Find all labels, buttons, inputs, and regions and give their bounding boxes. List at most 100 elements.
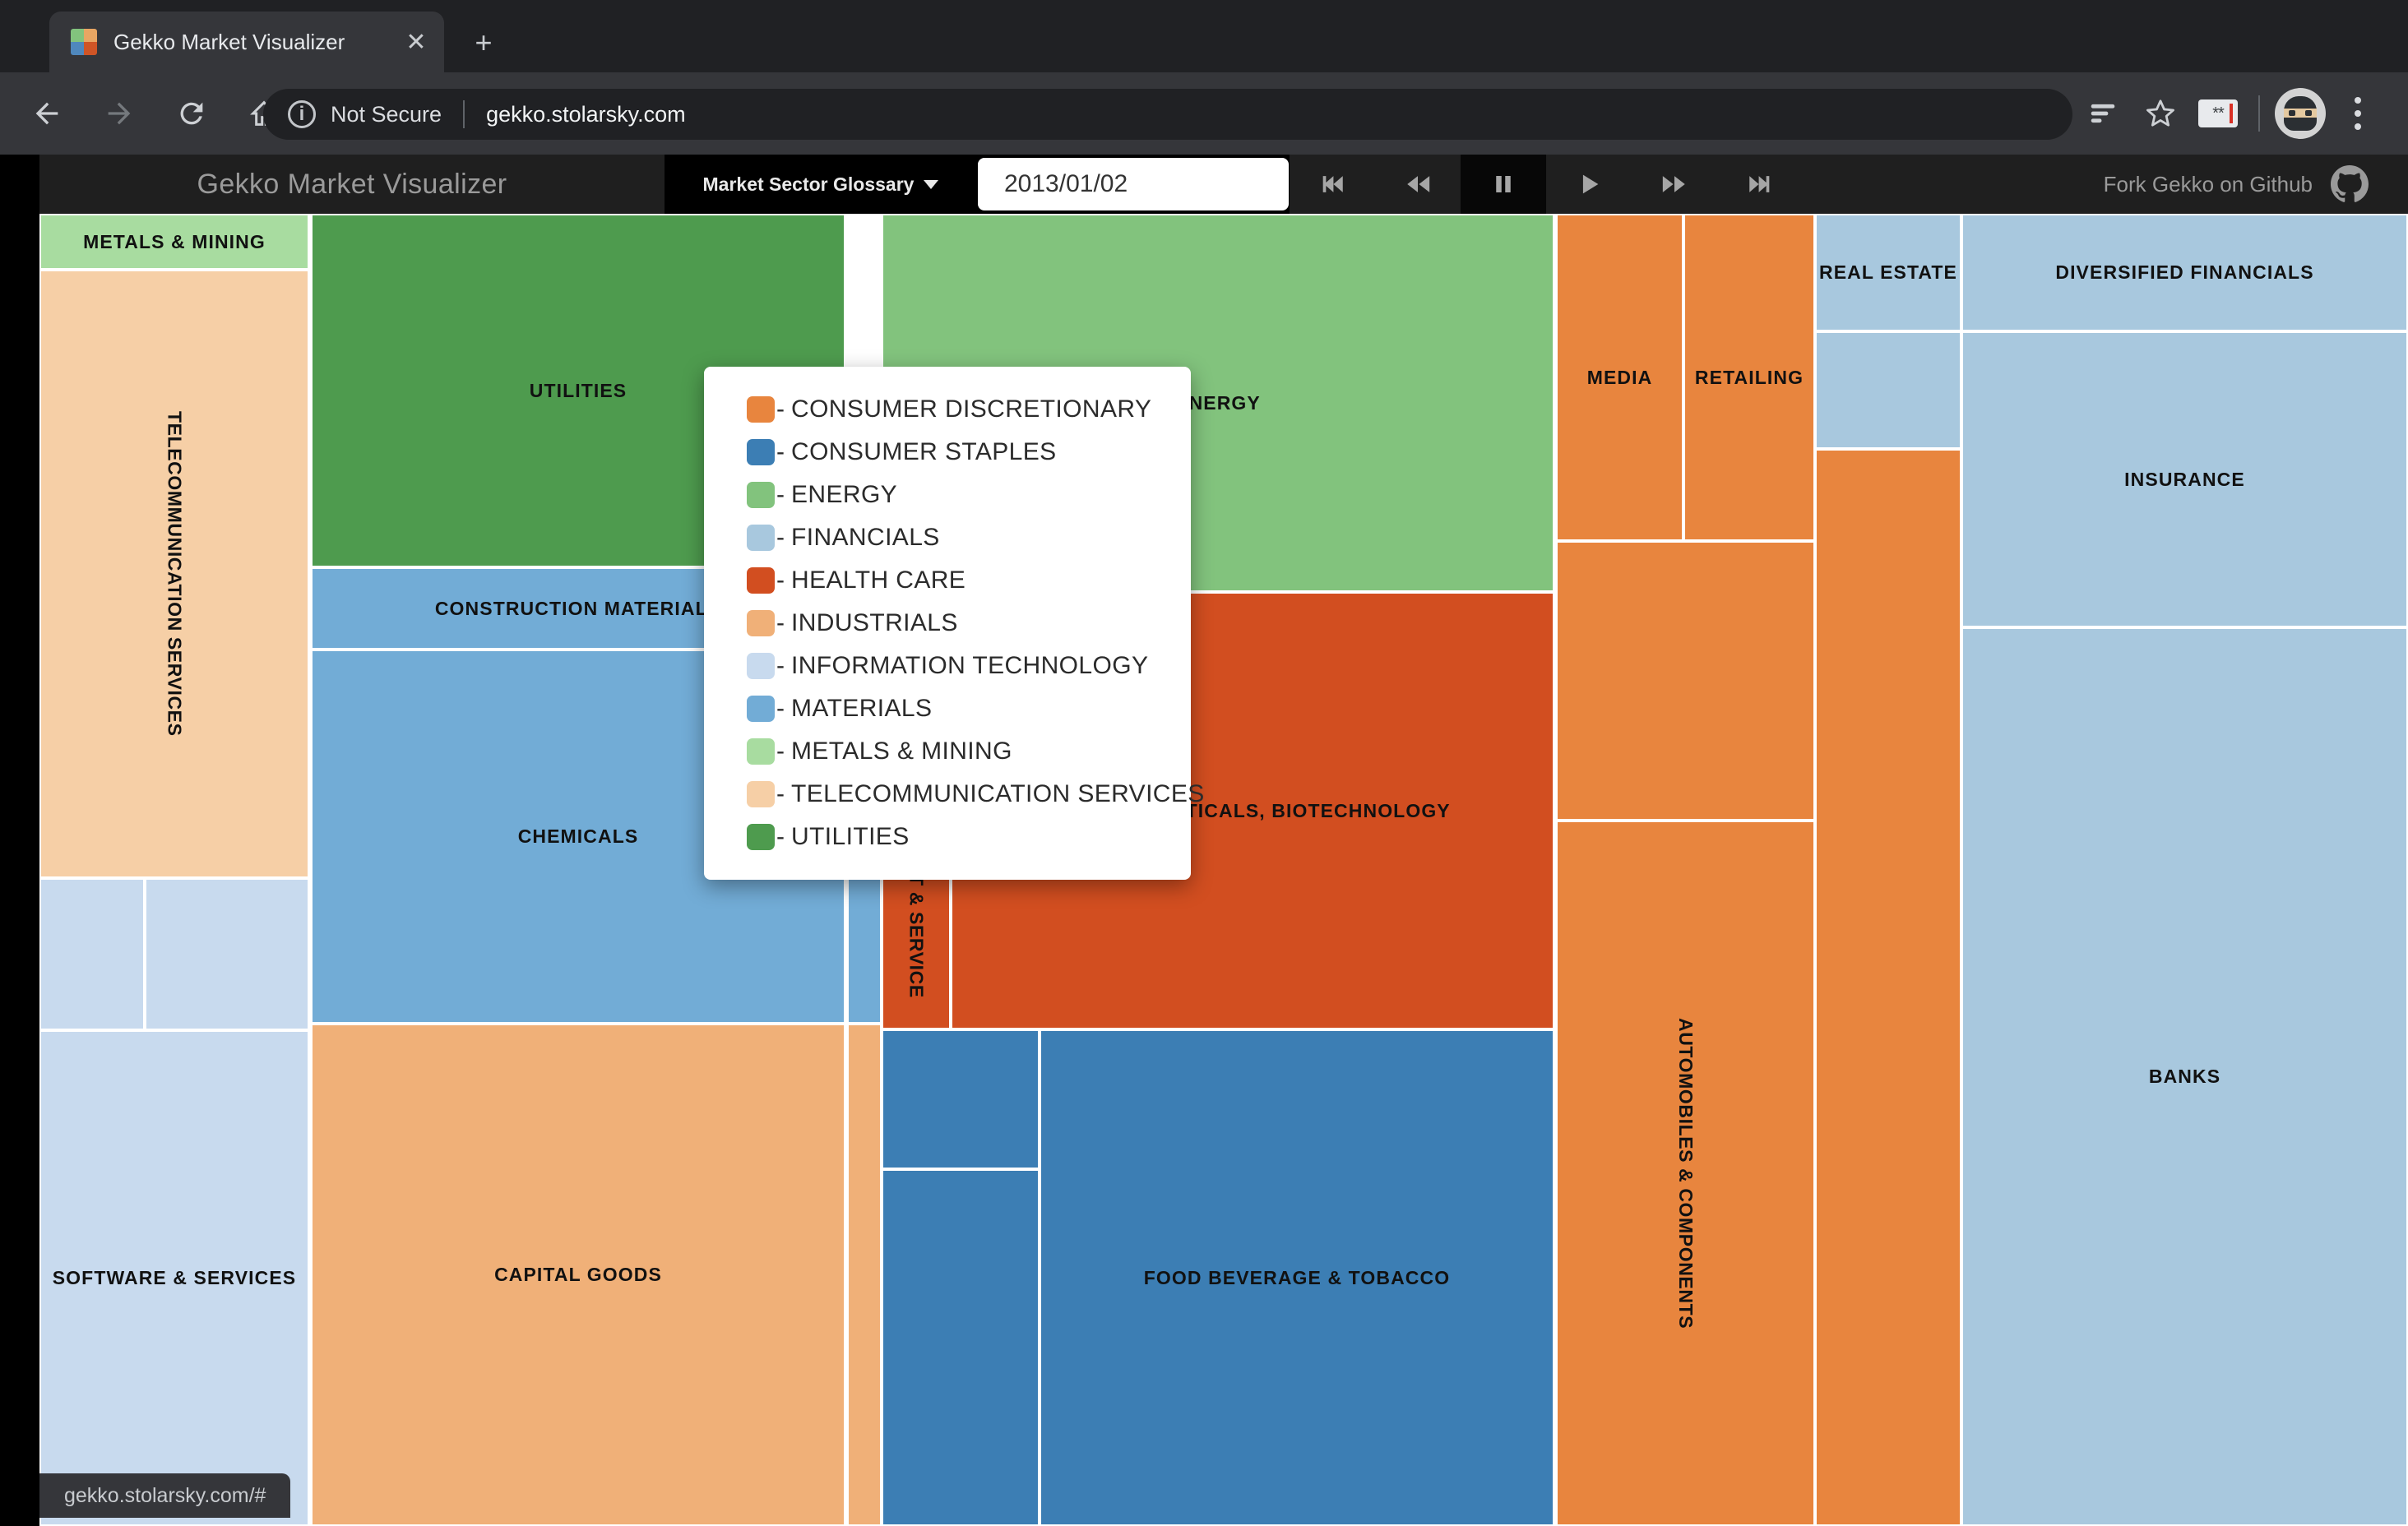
legend-color-swatch bbox=[747, 824, 775, 850]
market-sector-glossary-button[interactable]: Market Sector Glossary bbox=[665, 155, 977, 214]
security-status-label: Not Secure bbox=[331, 101, 442, 127]
legend-item-label: INDUSTRIALS bbox=[791, 609, 958, 636]
legend-item[interactable]: - CONSUMER DISCRETIONARY bbox=[704, 388, 1191, 431]
playback-controls bbox=[1290, 155, 1803, 214]
legend-color-swatch bbox=[747, 567, 775, 594]
site-info-icon[interactable]: i bbox=[288, 100, 316, 128]
treemap-tile[interactable]: RETAILING bbox=[1683, 214, 1815, 541]
new-tab-button[interactable]: + bbox=[461, 20, 507, 66]
date-input[interactable] bbox=[978, 158, 1289, 210]
legend-item[interactable]: - TELECOMMUNICATION SERVICES bbox=[704, 773, 1204, 816]
treemap-tile[interactable] bbox=[1556, 541, 1815, 821]
legend-item-label: INFORMATION TECHNOLOGY bbox=[791, 652, 1149, 679]
step-back-button[interactable] bbox=[1375, 155, 1461, 214]
treemap-tile-label: REAL ESTATE bbox=[1818, 261, 1957, 283]
legend-item[interactable]: - METALS & MINING bbox=[704, 730, 1191, 773]
skip-to-end-button[interactable] bbox=[1717, 155, 1803, 214]
close-icon[interactable]: ✕ bbox=[396, 22, 436, 62]
reload-icon[interactable] bbox=[166, 88, 217, 139]
fork-on-github-link[interactable]: Fork Gekko on Github bbox=[2104, 155, 2369, 214]
link-status-bubble: gekko.stolarsky.com/# bbox=[39, 1473, 291, 1518]
legend-item-label: CONSUMER DISCRETIONARY bbox=[791, 395, 1152, 423]
treemap-tile[interactable]: BANKS bbox=[1961, 627, 2408, 1526]
legend-color-swatch bbox=[747, 738, 775, 765]
treemap-tile[interactable] bbox=[145, 878, 309, 1030]
legend-dash: - bbox=[776, 609, 785, 636]
star-icon[interactable] bbox=[2132, 85, 2189, 142]
treemap-tile-label: INSURANCE bbox=[2124, 468, 2245, 490]
treemap-tile[interactable] bbox=[882, 1029, 1040, 1169]
treemap-tile-label: CHEMICALS bbox=[517, 825, 639, 847]
treemap-tile[interactable]: SOFTWARE & SERVICES bbox=[39, 1030, 309, 1526]
legend-item[interactable]: - INFORMATION TECHNOLOGY bbox=[704, 645, 1191, 687]
legend-item-label: UTILITIES bbox=[791, 823, 910, 850]
treemap-tile-label: METALS & MINING bbox=[83, 230, 266, 252]
legend-item[interactable]: - CONSUMER STAPLES bbox=[704, 431, 1191, 474]
treemap-tile[interactable]: METALS & MINING bbox=[39, 214, 309, 270]
legend-color-swatch bbox=[747, 482, 775, 508]
treemap-tile[interactable]: TELECOMMUNICATION SERVICES bbox=[39, 270, 309, 878]
fast-forward-button[interactable] bbox=[1632, 155, 1717, 214]
play-button[interactable] bbox=[1546, 155, 1632, 214]
app-brand: Gekko Market Visualizer bbox=[39, 155, 665, 214]
address-bar[interactable]: i Not Secure gekko.stolarsky.com bbox=[263, 89, 2072, 140]
status-url: gekko.stolarsky.com/# bbox=[64, 1483, 266, 1507]
legend-item[interactable]: - HEALTH CARE bbox=[704, 559, 1191, 602]
treemap-tile[interactable]: CAPITAL GOODS bbox=[311, 1024, 845, 1526]
treemap-tile-label: RETAILING bbox=[1694, 366, 1804, 388]
treemap-tile[interactable]: DIVERSIFIED FINANCIALS bbox=[1961, 214, 2408, 331]
treemap-tile[interactable] bbox=[39, 878, 145, 1030]
ninja-avatar[interactable] bbox=[2271, 85, 2329, 142]
treemap-tile-label: UTILITIES bbox=[529, 379, 627, 401]
treemap-tile-label: MEDIA bbox=[1586, 366, 1653, 388]
treemap-tile[interactable]: REAL ESTATE bbox=[1815, 214, 1961, 331]
toolbar-divider bbox=[2258, 95, 2260, 132]
back-arrow-icon[interactable] bbox=[21, 88, 72, 139]
treemap-tile[interactable]: INSURANCE bbox=[1961, 331, 2408, 627]
legend-dash: - bbox=[776, 524, 785, 551]
gekko-favicon bbox=[71, 29, 97, 55]
market-treemap[interactable]: METALS & MINING TELECOMMUNICATION SERVICE… bbox=[39, 214, 2408, 1526]
reading-list-icon[interactable] bbox=[2074, 85, 2132, 142]
github-icon bbox=[2331, 165, 2369, 202]
treemap-tile[interactable] bbox=[1815, 449, 1961, 1526]
browser-window: Gekko Market Visualizer ✕ + i Not Secure… bbox=[0, 0, 2408, 1526]
legend-dash: - bbox=[776, 823, 785, 850]
treemap-tile[interactable] bbox=[847, 1024, 882, 1526]
legend-color-swatch bbox=[747, 696, 775, 722]
kebab-menu-icon[interactable] bbox=[2329, 85, 2387, 142]
legend-color-swatch bbox=[747, 525, 775, 551]
treemap-tile-label: SOFTWARE & SERVICES bbox=[52, 1267, 297, 1288]
browser-tab[interactable]: Gekko Market Visualizer ✕ bbox=[49, 12, 444, 72]
pause-button[interactable] bbox=[1461, 155, 1546, 214]
skip-to-start-button[interactable] bbox=[1290, 155, 1375, 214]
chevron-down-icon bbox=[924, 179, 939, 189]
legend-item[interactable]: - FINANCIALS bbox=[704, 516, 1191, 559]
market-sector-glossary-dropdown[interactable]: - CONSUMER DISCRETIONARY - CONSUMER STAPLES… bbox=[704, 367, 1204, 880]
treemap-tile[interactable]: MEDIA bbox=[1556, 214, 1683, 541]
legend-item[interactable]: - INDUSTRIALS bbox=[704, 602, 1191, 645]
legend-item[interactable]: - MATERIALS bbox=[704, 687, 1191, 730]
legend-color-swatch bbox=[747, 781, 775, 807]
legend-item[interactable]: - UTILITIES bbox=[704, 816, 1191, 858]
treemap-tile-label: DIVERSIFIED FINANCIALS bbox=[2055, 261, 2314, 283]
treemap-tile-label: BANKS bbox=[2148, 1066, 2221, 1087]
browser-toolbar-right: ** bbox=[2074, 72, 2408, 155]
legend-dash: - bbox=[776, 652, 785, 679]
legend-dash: - bbox=[776, 695, 785, 722]
legend-color-swatch bbox=[747, 439, 775, 465]
legend-item-label: MATERIALS bbox=[791, 695, 933, 722]
legend-item[interactable]: - ENERGY bbox=[704, 474, 1191, 516]
forward-arrow-icon[interactable] bbox=[94, 88, 145, 139]
legend-dash: - bbox=[776, 566, 785, 594]
treemap-tile[interactable] bbox=[1815, 331, 1961, 449]
app-title: Gekko Market Visualizer bbox=[197, 168, 507, 200]
treemap-tile[interactable]: FOOD BEVERAGE & TOBACCO bbox=[1040, 1029, 1554, 1526]
legend-item-label: HEALTH CARE bbox=[791, 566, 966, 594]
app-toolbar: Gekko Market Visualizer Market Sector Gl… bbox=[39, 155, 2408, 214]
treemap-tile[interactable] bbox=[882, 1169, 1040, 1526]
legend-color-swatch bbox=[747, 653, 775, 679]
treemap-tile[interactable]: AUTOMOBILES & COMPONENTS bbox=[1556, 821, 1815, 1526]
password-manager-icon[interactable]: ** bbox=[2189, 85, 2247, 142]
legend-dash: - bbox=[776, 780, 785, 807]
